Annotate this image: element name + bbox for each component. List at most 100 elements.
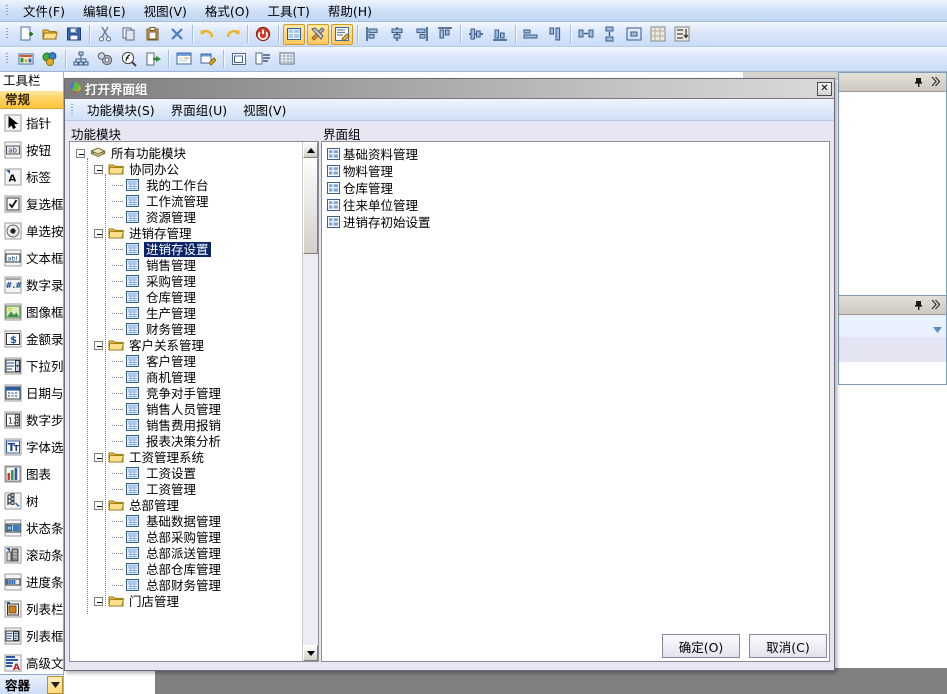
grid-snap-button[interactable] bbox=[647, 24, 669, 45]
tree-node[interactable]: 财务管理 bbox=[76, 321, 303, 337]
tree-node[interactable]: 协同办公 bbox=[76, 161, 303, 177]
toolbox-section-general[interactable]: 常规 bbox=[0, 90, 63, 109]
align-left-button[interactable] bbox=[362, 24, 384, 45]
toolbox-item-8[interactable]: 图像框 bbox=[0, 298, 63, 325]
tree-node[interactable]: 销售人员管理 bbox=[76, 401, 303, 417]
tree-node[interactable]: 基础数据管理 bbox=[76, 513, 303, 529]
dialog-menu-modules[interactable]: 功能模块(S) bbox=[79, 98, 163, 121]
scroll-thumb[interactable] bbox=[303, 158, 318, 254]
align-right-button[interactable] bbox=[410, 24, 432, 45]
dialog-title-bar[interactable]: 打开界面组 ✕ bbox=[65, 79, 834, 99]
dock-panel-bottom-row2[interactable] bbox=[839, 337, 946, 362]
tree-node[interactable]: 销售费用报销 bbox=[76, 417, 303, 433]
chevron-right-icon[interactable] bbox=[930, 299, 943, 312]
save-button[interactable] bbox=[63, 24, 85, 45]
space-horizontal-button[interactable] bbox=[575, 24, 597, 45]
chevron-down-icon[interactable] bbox=[933, 322, 942, 336]
menu-help[interactable]: 帮助(H) bbox=[319, 0, 381, 22]
tree-node[interactable]: 客户关系管理 bbox=[76, 337, 303, 353]
dialog-menu-uigroup[interactable]: 界面组(U) bbox=[163, 98, 235, 121]
pin-icon[interactable] bbox=[912, 76, 925, 89]
ui-groups-list[interactable]: 基础资料管理 物料管理 仓库管理 往来单位管理 进销存初始设置 bbox=[321, 141, 830, 662]
ui-group-item[interactable]: 往来单位管理 bbox=[322, 196, 829, 213]
menu-edit[interactable]: 编辑(E) bbox=[74, 0, 135, 22]
tree-node[interactable]: 工资设置 bbox=[76, 465, 303, 481]
org-tree-button[interactable] bbox=[70, 49, 92, 70]
menu-grip[interactable] bbox=[3, 3, 12, 19]
tree-node[interactable]: 总部财务管理 bbox=[76, 577, 303, 593]
toolbox-item-1[interactable]: 指针 bbox=[0, 109, 63, 136]
toolbox-item-4[interactable]: 复选框 bbox=[0, 190, 63, 217]
tree-node[interactable]: 生产管理 bbox=[76, 305, 303, 321]
tree-node[interactable]: 工资管理系统 bbox=[76, 449, 303, 465]
toolbox-item-12[interactable]: 12 数字步 bbox=[0, 406, 63, 433]
chevron-right-icon[interactable] bbox=[930, 76, 943, 89]
tab-order-button[interactable] bbox=[671, 24, 693, 45]
balloon-chart-button[interactable] bbox=[39, 49, 61, 70]
report-button[interactable] bbox=[15, 49, 37, 70]
toolbox-item-9[interactable]: $ 金额录 bbox=[0, 325, 63, 352]
tree-node[interactable]: 采购管理 bbox=[76, 273, 303, 289]
open-folder-button[interactable] bbox=[39, 24, 61, 45]
toolbox-item-17[interactable]: 滚动条 bbox=[0, 541, 63, 568]
tree-node[interactable]: 竞争对手管理 bbox=[76, 385, 303, 401]
menu-format[interactable]: 格式(O) bbox=[196, 0, 259, 22]
toolbox-item-11[interactable]: 日期与 bbox=[0, 379, 63, 406]
ok-button[interactable]: 确定(O) bbox=[662, 634, 740, 658]
export-button[interactable] bbox=[142, 49, 164, 70]
ui-group-item[interactable]: 物料管理 bbox=[322, 162, 829, 179]
align-center-h-button[interactable] bbox=[386, 24, 408, 45]
tree-collapse-toggle[interactable] bbox=[94, 500, 103, 510]
toolbox-item-18[interactable]: 进度条 bbox=[0, 568, 63, 595]
align-top-button[interactable] bbox=[434, 24, 456, 45]
dialog-menu-grip[interactable] bbox=[68, 102, 77, 118]
tree-node[interactable]: 仓库管理 bbox=[76, 289, 303, 305]
build-button[interactable] bbox=[197, 49, 219, 70]
tree-collapse-toggle[interactable] bbox=[94, 340, 103, 350]
menu-view[interactable]: 视图(V) bbox=[135, 0, 196, 22]
new-file-button[interactable] bbox=[15, 24, 37, 45]
dock-panel-top-body[interactable] bbox=[839, 92, 946, 308]
toolbox-item-6[interactable]: abl 文本框 bbox=[0, 244, 63, 271]
list-layout-button[interactable] bbox=[252, 49, 274, 70]
tree-node-selected[interactable]: 进销存设置 bbox=[76, 241, 303, 257]
settings-gear-button[interactable] bbox=[94, 49, 116, 70]
undo-button[interactable] bbox=[197, 24, 219, 45]
tree-node[interactable]: 商机管理 bbox=[76, 369, 303, 385]
tree-node[interactable]: 销售管理 bbox=[76, 257, 303, 273]
align-bottom-button[interactable] bbox=[489, 24, 511, 45]
toolbox-item-2[interactable]: ab 按钮 bbox=[0, 136, 63, 163]
toolbar2-grip[interactable] bbox=[3, 51, 12, 67]
grid-view-button[interactable] bbox=[283, 23, 305, 45]
redo-button[interactable] bbox=[221, 24, 243, 45]
ui-group-item[interactable]: 仓库管理 bbox=[322, 179, 829, 196]
tree-node[interactable]: 报表决策分析 bbox=[76, 433, 303, 449]
center-in-form-button[interactable] bbox=[623, 24, 645, 45]
ui-group-item[interactable]: 基础资料管理 bbox=[322, 145, 829, 162]
dock-panel-bottom-row1[interactable] bbox=[839, 315, 946, 337]
toolbox-item-10[interactable]: 下拉列 bbox=[0, 352, 63, 379]
tree-node[interactable]: 资源管理 bbox=[76, 209, 303, 225]
scroll-track[interactable] bbox=[303, 158, 318, 645]
tree-node[interactable]: 总部管理 bbox=[76, 497, 303, 513]
group-box-button[interactable] bbox=[228, 49, 250, 70]
pin-icon[interactable] bbox=[912, 299, 925, 312]
toolbox-item-7[interactable]: #.# 数字录 bbox=[0, 271, 63, 298]
toolbar1-grip[interactable] bbox=[3, 26, 12, 42]
toolbox-item-19[interactable]: 列表栏 bbox=[0, 595, 63, 622]
toolbox-item-5[interactable]: 单选按 bbox=[0, 217, 63, 244]
toolbox-section-container[interactable]: 容器 bbox=[0, 674, 63, 694]
tree-collapse-toggle[interactable] bbox=[76, 148, 85, 158]
tree-node[interactable]: 门店管理 bbox=[76, 593, 303, 609]
tree-node[interactable]: 所有功能模块 bbox=[76, 145, 303, 161]
tree-node[interactable]: 总部派送管理 bbox=[76, 545, 303, 561]
toolbox-item-20[interactable]: 列表框 bbox=[0, 622, 63, 649]
properties-button[interactable] bbox=[331, 23, 353, 45]
chevron-down-icon[interactable] bbox=[47, 675, 63, 694]
tree-node[interactable]: 进销存管理 bbox=[76, 225, 303, 241]
toolbox-item-21[interactable]: A 高级文 bbox=[0, 649, 63, 676]
scroll-up-button[interactable] bbox=[303, 142, 318, 158]
menu-file[interactable]: 文件(F) bbox=[14, 0, 74, 22]
table-grid-button[interactable] bbox=[276, 49, 298, 70]
delete-button[interactable] bbox=[166, 24, 188, 45]
